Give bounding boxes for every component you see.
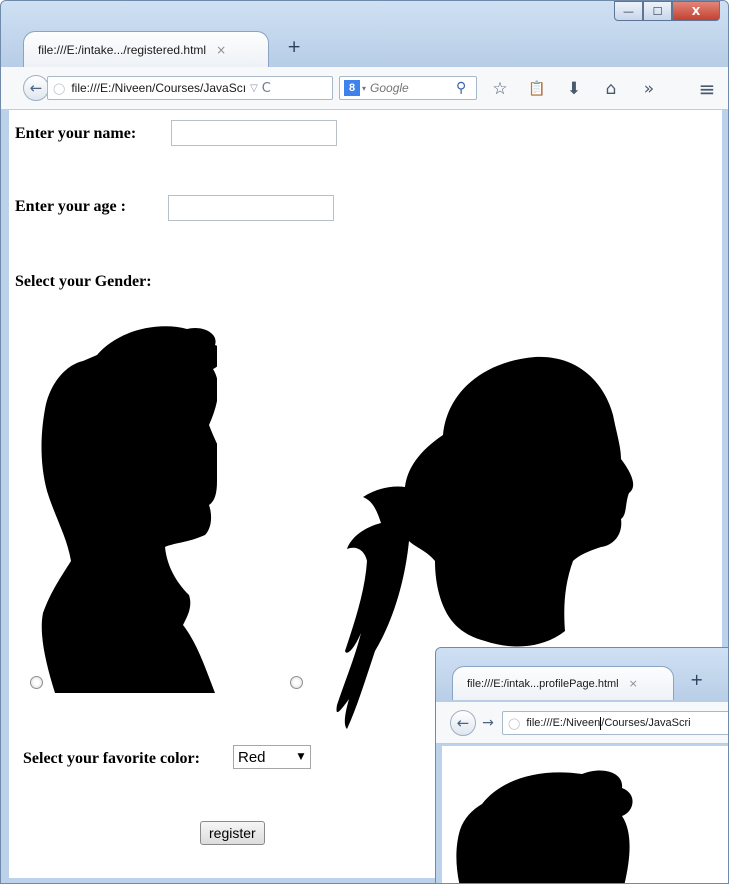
search-input[interactable] xyxy=(370,81,455,95)
overflow-chevron-icon[interactable]: » xyxy=(637,77,661,101)
bookmarks-list-icon[interactable]: 📋 xyxy=(525,77,549,101)
url-text: file:///E:/Niveen/Courses/JavaScı xyxy=(71,81,247,95)
chevron-down-icon: ▼ xyxy=(297,752,305,762)
second-new-tab-button[interactable]: + xyxy=(690,670,703,689)
gender-radio-female[interactable] xyxy=(290,676,303,689)
search-bar[interactable]: 8 ▾ ⚲ xyxy=(339,76,477,100)
gender-radio-male[interactable] xyxy=(30,676,43,689)
second-tab-close-icon[interactable]: × xyxy=(629,677,638,690)
window-controls: — ☐ X xyxy=(614,1,720,21)
color-select[interactable]: Red ▼ xyxy=(233,745,311,769)
name-label: Enter your name: xyxy=(15,125,137,142)
profile-silhouette-image xyxy=(456,770,633,883)
second-tab-title: file:///E:/intak...profilePage.html xyxy=(467,677,619,690)
reload-icon[interactable]: C xyxy=(262,81,271,96)
navigation-toolbar: ← ◯ file:///E:/Niveen/Courses/JavaScı ▽ … xyxy=(1,67,728,110)
download-icon[interactable]: ⬇ xyxy=(562,77,586,101)
second-address-bar[interactable]: ◯ file:///E:/Niveen/Courses/JavaScri xyxy=(502,711,728,735)
browser-tab[interactable]: file:///E:/intake.../registered.html × xyxy=(23,31,269,67)
address-bar[interactable]: ◯ file:///E:/Niveen/Courses/JavaScı ▽ C xyxy=(47,76,333,100)
back-arrow-icon: ← xyxy=(29,79,43,97)
gender-label: Select your Gender: xyxy=(15,273,152,290)
name-input[interactable] xyxy=(171,120,337,146)
second-navigation-toolbar: ← → ◯ file:///E:/Niveen/Courses/JavaScri xyxy=(436,702,728,744)
tab-title: file:///E:/intake.../registered.html xyxy=(38,42,207,57)
color-select-value: Red xyxy=(238,748,266,766)
age-input[interactable] xyxy=(168,195,334,221)
second-url-text-start: file:///E:/Niveen xyxy=(526,717,601,729)
new-tab-button[interactable]: + xyxy=(287,37,301,57)
url-dropdown-icon[interactable]: ▽ xyxy=(250,83,258,94)
male-silhouette-image[interactable] xyxy=(37,321,217,693)
close-window-button[interactable]: X xyxy=(672,1,720,21)
bookmark-star-icon[interactable]: ☆ xyxy=(488,77,512,101)
forward-arrow-icon[interactable]: → xyxy=(478,712,498,734)
second-page-content xyxy=(442,746,728,883)
maximize-button[interactable]: ☐ xyxy=(643,1,672,21)
second-back-button[interactable]: ← xyxy=(450,710,476,736)
home-icon[interactable]: ⌂ xyxy=(599,77,623,101)
search-engine-icon[interactable]: 8 xyxy=(344,80,360,96)
register-button[interactable]: register xyxy=(200,821,265,845)
age-label: Enter your age : xyxy=(15,198,126,215)
menu-icon[interactable]: ≡ xyxy=(695,77,719,101)
second-browser-window: file:///E:/intak...profilePage.html × + … xyxy=(435,647,729,884)
search-icon[interactable]: ⚲ xyxy=(456,80,466,96)
globe-icon: ◯ xyxy=(508,716,521,730)
search-engine-dropdown-icon[interactable]: ▾ xyxy=(362,84,366,93)
back-arrow-icon: ← xyxy=(456,714,470,732)
back-button[interactable]: ← xyxy=(23,75,49,101)
globe-icon: ◯ xyxy=(53,81,66,95)
tab-close-icon[interactable]: × xyxy=(216,43,226,57)
second-url-text-end: /Courses/JavaScri xyxy=(601,717,691,729)
minimize-button[interactable]: — xyxy=(614,1,643,21)
second-browser-tab[interactable]: file:///E:/intak...profilePage.html × xyxy=(452,666,674,700)
color-label: Select your favorite color: xyxy=(23,750,200,767)
